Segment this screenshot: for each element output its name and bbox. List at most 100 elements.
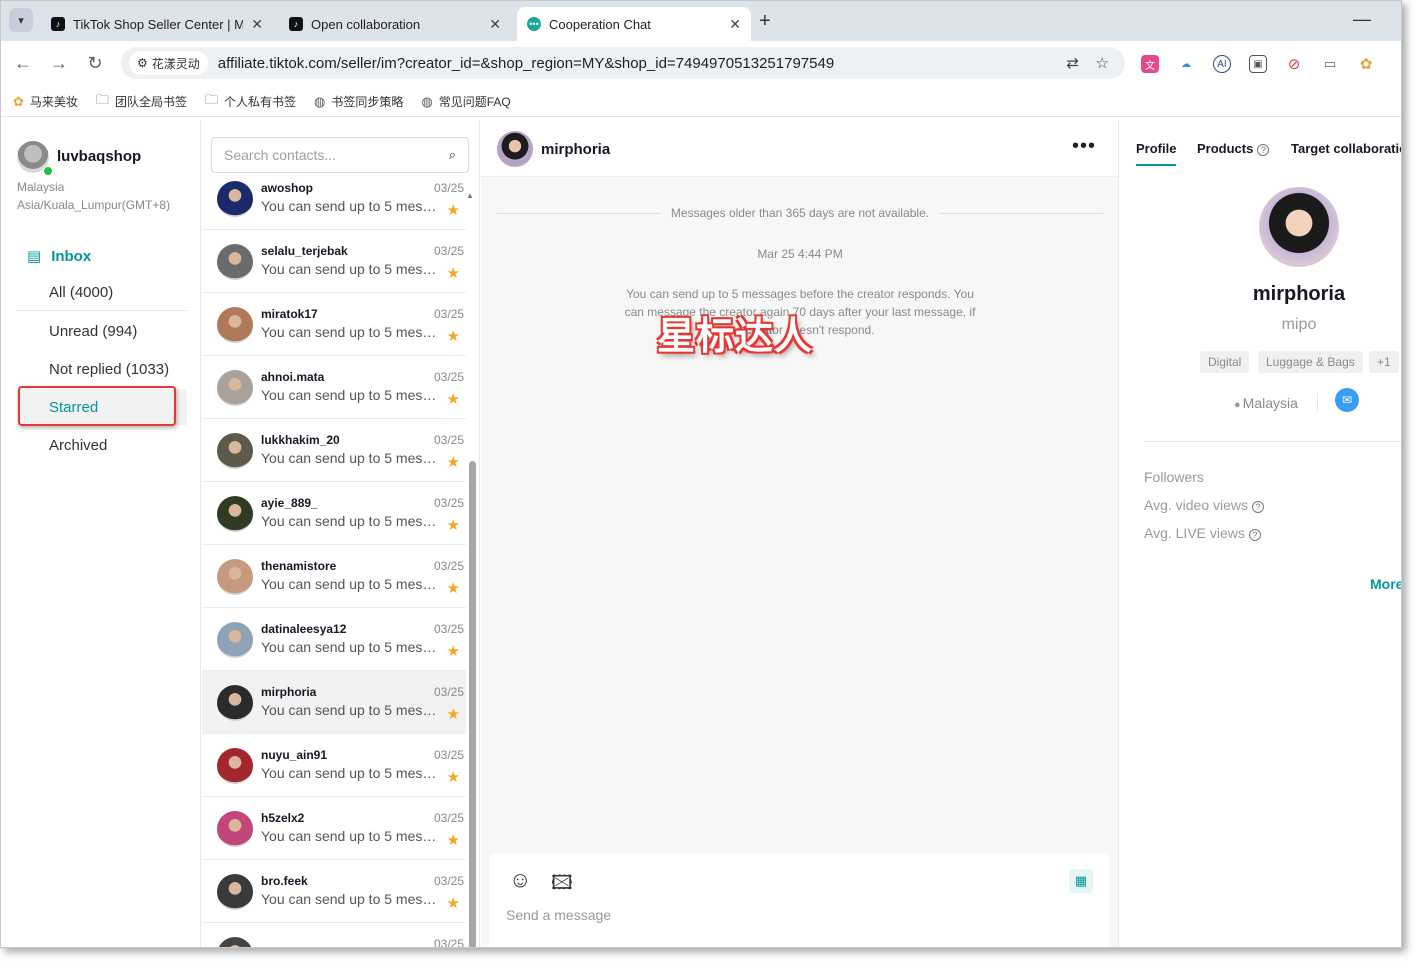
contact-date: 03/25 bbox=[433, 748, 464, 762]
star-icon[interactable]: ★ bbox=[447, 453, 460, 471]
filter-unread[interactable]: Unread (994) bbox=[17, 313, 187, 349]
contact-item[interactable]: ahnoi.mata 03/25 You can send up to 5 mess… bbox=[202, 356, 466, 419]
contact-item[interactable]: bro.feek 03/25 You can send up to 5 messag… bbox=[202, 860, 466, 923]
star-icon[interactable]: ★ bbox=[447, 201, 460, 219]
tab-cooperation-chat[interactable]: ••• Cooperation Chat ✕ bbox=[517, 7, 751, 41]
new-tab-button[interactable]: + bbox=[759, 10, 771, 33]
star-icon[interactable]: ★ bbox=[447, 831, 460, 849]
search-input[interactable] bbox=[224, 147, 449, 163]
star-icon[interactable]: ★ bbox=[447, 894, 460, 912]
close-icon[interactable]: ✕ bbox=[489, 16, 501, 33]
inbox-header[interactable]: ▤ Inbox bbox=[27, 247, 91, 266]
help-icon[interactable]: ? bbox=[1257, 144, 1270, 156]
search-box[interactable]: ⌕ bbox=[211, 137, 469, 173]
divider bbox=[1317, 393, 1318, 411]
close-icon[interactable]: ✕ bbox=[251, 16, 263, 33]
avatar[interactable] bbox=[497, 131, 533, 167]
contact-item[interactable]: awoshop 03/25 You can send up to 5 message… bbox=[202, 177, 466, 230]
address-bar[interactable]: ⚙ 花漾灵动 affiliate.tiktok.com/seller/im?cr… bbox=[121, 47, 1125, 79]
contact-item[interactable]: lukkhakim_20 03/25 You can send up to 5 me… bbox=[202, 419, 466, 482]
apps-grid-icon[interactable]: ▦ bbox=[1069, 869, 1093, 893]
url-text[interactable]: affiliate.tiktok.com/seller/im?creator_i… bbox=[218, 55, 834, 72]
notice-text: Messages older than 365 days are not ava… bbox=[670, 206, 930, 220]
back-arrow-icon[interactable]: ← bbox=[11, 53, 35, 74]
star-icon[interactable]: ★ bbox=[447, 768, 460, 786]
forward-arrow-icon[interactable]: → bbox=[47, 53, 71, 74]
tab-open-collaboration[interactable]: ♪ Open collaboration ✕ bbox=[279, 7, 511, 41]
star-icon[interactable]: ★ bbox=[447, 390, 460, 408]
contact-item[interactable]: 03/25 bbox=[202, 923, 466, 947]
star-icon[interactable]: ★ bbox=[447, 516, 460, 534]
star-icon[interactable]: ★ bbox=[447, 579, 460, 597]
tab-label: Products bbox=[1197, 141, 1254, 156]
contact-name: selalu_terjebak bbox=[261, 244, 348, 258]
extension-block-icon[interactable]: ⊘ bbox=[1285, 55, 1303, 73]
contact-item[interactable]: selalu_terjebak 03/25 You can send up to 5… bbox=[202, 230, 466, 293]
contact-item[interactable]: thenamistore 03/25 You can send up to 5 me… bbox=[202, 545, 466, 608]
avatar bbox=[217, 496, 253, 532]
extension-camera-icon[interactable]: ▭ bbox=[1321, 55, 1339, 73]
bookmark-item[interactable]: ✿ 马来美妆 bbox=[13, 93, 78, 110]
extension-robot-icon[interactable]: ▣ bbox=[1249, 55, 1267, 73]
contact-item[interactable]: ayie_889_ 03/25 You can send up to 5 messa… bbox=[202, 482, 466, 545]
location-label: Malaysia bbox=[1242, 395, 1298, 411]
tab-profile[interactable]: Profile bbox=[1136, 141, 1177, 166]
filter-archived[interactable]: Archived bbox=[17, 427, 187, 463]
filter-all[interactable]: All (4000) bbox=[17, 275, 187, 311]
contact-item[interactable]: nuyu_ain91 03/25 You can send up to 5 mess… bbox=[202, 734, 466, 797]
extension-ai-icon[interactable]: AI bbox=[1213, 55, 1231, 73]
bookmark-item[interactable]: ◍ 书签同步策略 bbox=[314, 93, 403, 110]
more-options-icon[interactable]: ••• bbox=[1072, 135, 1096, 158]
tab-products[interactable]: Products? bbox=[1197, 141, 1270, 156]
help-icon[interactable]: ? bbox=[1252, 501, 1265, 513]
creator-location: ● Malaysia bbox=[1234, 395, 1298, 411]
close-icon[interactable]: ✕ bbox=[729, 16, 741, 33]
contact-date: 03/25 bbox=[433, 244, 464, 258]
extension-flower-icon[interactable]: ✿ bbox=[1357, 55, 1375, 73]
contact-name: ahnoi.mata bbox=[261, 370, 325, 384]
scrollbar-thumb[interactable] bbox=[469, 461, 476, 947]
star-icon[interactable]: ★ bbox=[447, 264, 460, 282]
online-status-dot bbox=[43, 166, 53, 176]
bookmark-star-icon[interactable]: ☆ bbox=[1096, 54, 1109, 72]
search-icon[interactable]: ⌕ bbox=[449, 147, 456, 163]
star-icon[interactable]: ★ bbox=[447, 705, 460, 723]
help-icon[interactable]: ? bbox=[1248, 529, 1261, 541]
site-chip-label: 花漾灵动 bbox=[151, 56, 200, 71]
star-icon[interactable]: ★ bbox=[447, 327, 460, 345]
scroll-up-arrow-icon[interactable]: ▲ bbox=[466, 191, 474, 200]
filter-not-replied[interactable]: Not replied (1033) bbox=[17, 351, 187, 387]
more-link[interactable]: More bbox=[1370, 576, 1401, 592]
bookmark-item[interactable]: ◍ 常见问题FAQ bbox=[421, 93, 510, 110]
contact-list[interactable]: awoshop 03/25 You can send up to 5 message… bbox=[202, 177, 466, 947]
highlight-box bbox=[18, 386, 176, 426]
emoji-icon[interactable]: ☺ bbox=[509, 867, 531, 893]
category-tag-more[interactable]: +1 bbox=[1369, 351, 1399, 373]
chat-bubble-icon: ••• bbox=[527, 17, 541, 31]
minimize-icon[interactable]: — bbox=[1353, 9, 1371, 30]
star-icon[interactable]: ★ bbox=[447, 642, 460, 660]
chat-contact-name[interactable]: mirphoria bbox=[541, 141, 610, 158]
site-info-chip[interactable]: ⚙ 花漾灵动 bbox=[129, 51, 208, 75]
message-composer: ☺ 🖾 ▦ Send a message bbox=[489, 853, 1109, 947]
mail-icon[interactable]: ✉ bbox=[1335, 388, 1359, 412]
contact-item[interactable]: mirphoria 03/25 You can send up to 5 messa… bbox=[202, 671, 466, 734]
extension-translate-icon[interactable]: 文 bbox=[1141, 55, 1159, 73]
tab-target-collaboration[interactable]: Target collaboration bbox=[1291, 141, 1401, 156]
contact-date: 03/25 bbox=[433, 874, 464, 888]
reload-icon[interactable]: ↻ bbox=[83, 53, 107, 74]
message-input[interactable]: Send a message bbox=[506, 907, 611, 923]
tab-seller-center[interactable]: ♪ TikTok Shop Seller Center | M ✕ bbox=[41, 7, 273, 41]
contact-item[interactable]: datinaleesya12 03/25 You can send up to 5 … bbox=[202, 608, 466, 671]
image-icon[interactable]: 🖾 bbox=[551, 868, 573, 902]
extension-cloud-icon[interactable]: ☁ bbox=[1177, 55, 1195, 73]
left-sidebar: luvbaqshop Malaysia Asia/Kuala_Lumpur(GM… bbox=[1, 121, 201, 947]
category-tag: Luggage & Bags bbox=[1258, 351, 1363, 373]
contact-item[interactable]: miratok17 03/25 You can send up to 5 messa… bbox=[202, 293, 466, 356]
avatar bbox=[217, 937, 253, 947]
contact-item[interactable]: h5zelx2 03/25 You can send up to 5 message… bbox=[202, 797, 466, 860]
bookmark-folder[interactable]: 🗀 个人私有书签 bbox=[205, 91, 296, 113]
tab-search-button[interactable]: ▾ bbox=[9, 8, 33, 32]
translate-icon[interactable]: ⇄ bbox=[1066, 54, 1079, 72]
bookmark-folder[interactable]: 🗀 团队全局书签 bbox=[96, 91, 187, 113]
